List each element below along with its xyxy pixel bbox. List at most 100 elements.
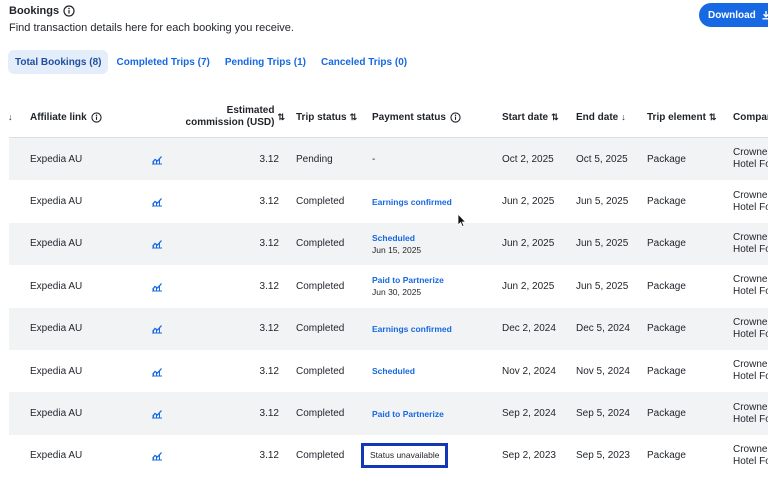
info-icon[interactable] [91,111,102,123]
company-line: Crowne [733,147,768,159]
end-date-cell: Dec 5, 2024 [576,323,630,335]
download-button[interactable]: Download [699,3,768,27]
end-date-cell: Oct 5, 2025 [576,153,628,165]
table-row[interactable]: Expedia AU 3.12 Completed Earnings confi… [9,180,768,222]
table-row[interactable]: Expedia AU 3.12 Completed Paid to Partne… [9,265,768,307]
trip-status-cell: Completed [296,323,345,335]
end-date-cell: Jun 5, 2025 [576,196,629,208]
column-company[interactable]: Compan [733,96,768,138]
company-line: Hotel Fo [733,243,768,255]
company-cell: Crowne Hotel Fo [733,223,768,265]
performance-chart-icon[interactable] [151,392,163,434]
table-body: Expedia AU 3.12 Pending - Oct 2, 2025 Oc… [9,138,768,477]
payment-status-link[interactable]: Scheduled [372,233,415,243]
payment-status-link[interactable]: Earnings confirmed [372,197,452,207]
performance-chart-icon[interactable] [151,435,163,477]
start-date-cell: Jun 2, 2025 [502,238,555,250]
column-trip-status[interactable]: Trip status ⇅ [296,96,357,138]
payment-status-cell: Earnings confirmed [372,308,452,350]
payment-status-text: - [372,153,376,165]
company-cell: Crowne Hotel Fo [733,138,768,180]
commission-cell: 3.12 [259,280,279,292]
column-label: End date [576,111,619,123]
start-date-cell: Oct 2, 2025 [502,153,554,165]
table-row[interactable]: Expedia AU 3.12 Completed Earnings confi… [9,307,768,350]
company-line: Crowne [733,359,768,371]
commission-cell: 3.12 [259,408,279,420]
info-icon[interactable] [63,5,75,17]
trip-element-cell: Package [647,153,686,165]
column-start-date[interactable]: Start date ⇅ [502,96,559,138]
page-title: Bookings [9,5,60,17]
end-date-cell: Sep 5, 2023 [576,450,630,462]
commission-cell: 3.12 [259,238,279,250]
company-line: Hotel Fo [733,328,768,340]
column-label: Compan [733,111,768,123]
company-line: Hotel Fo [733,371,768,383]
performance-chart-icon[interactable] [151,138,163,180]
info-icon[interactable] [450,111,461,123]
bookings-table: ↓ Affiliate link Estimated commission (U… [8,96,768,477]
column-end-date[interactable]: End date ↓ [576,96,626,138]
tab-canceled-trips[interactable]: Canceled Trips (0) [314,50,414,74]
table-row[interactable]: Expedia AU 3.12 Completed Scheduled Jun … [9,222,768,266]
payment-status-link[interactable]: Earnings confirmed [372,324,452,334]
tab-total-bookings[interactable]: Total Bookings (8) [8,50,109,74]
sort-icon: ⇅ [708,111,717,122]
affiliate-link-cell: Expedia AU [30,196,83,208]
table-row[interactable]: Expedia AU 3.12 Pending - Oct 2, 2025 Oc… [9,138,768,181]
performance-chart-icon[interactable] [151,265,163,307]
column-trip-element[interactable]: Trip element ⇅ [647,96,716,138]
company-line: Crowne [733,274,768,286]
performance-chart-icon[interactable] [151,180,163,222]
payment-status-cell: Paid to Partnerize Jun 30, 2025 [372,265,444,307]
affiliate-link-cell: Expedia AU [30,323,83,335]
commission-cell: 3.12 [259,323,279,335]
company-cell: Crowne Hotel Fo [733,180,768,222]
company-cell: Crowne Hotel Fo [733,435,768,477]
tab-pending-trips[interactable]: Pending Trips (1) [218,50,313,74]
start-date-cell: Jun 2, 2025 [502,280,555,292]
payment-status-cell: Scheduled [372,350,415,392]
payment-status-link[interactable]: Paid to Partnerize [372,275,444,285]
trip-element-cell: Package [647,408,686,420]
column-label: commission (USD) [185,117,275,128]
trip-tabs: Total Bookings (8) Completed Trips (7) P… [8,50,415,74]
column-estimated-commission[interactable]: Estimated commission (USD) ⇅ [179,96,285,138]
commission-cell: 3.12 [259,365,279,377]
payment-status-link[interactable]: Paid to Partnerize [372,409,444,419]
mouse-cursor-icon [457,213,467,228]
company-line: Crowne [733,443,768,455]
trip-status-cell: Completed [296,196,345,208]
performance-chart-icon[interactable] [151,308,163,350]
table-row[interactable]: Expedia AU 3.12 Completed Status unavail… [9,435,768,477]
trip-status-cell: Completed [296,238,345,250]
table-row[interactable]: Expedia AU 3.12 Completed Scheduled Nov … [9,350,768,392]
performance-chart-icon[interactable] [151,350,163,392]
payment-status-link[interactable]: Scheduled [372,366,415,376]
tab-completed-trips[interactable]: Completed Trips (7) [109,50,216,74]
sort-icon: ⇅ [349,111,358,122]
trip-element-cell: Package [647,238,686,250]
performance-chart-icon[interactable] [151,223,163,265]
table-row[interactable]: Expedia AU 3.12 Completed Paid to Partne… [9,392,768,435]
trip-element-cell: Package [647,323,686,335]
company-line: Hotel Fo [733,455,768,467]
start-date-cell: Sep 2, 2023 [502,450,556,462]
end-date-cell: Nov 5, 2024 [576,365,630,377]
status-highlight-box: Status unavailable [361,443,449,469]
company-line: Hotel Fo [733,159,768,171]
end-date-cell: Jun 5, 2025 [576,280,629,292]
payment-status-cell: Paid to Partnerize [372,392,444,434]
affiliate-link-cell: Expedia AU [30,153,83,165]
start-date-cell: Sep 2, 2024 [502,408,556,420]
company-line: Crowne [733,231,768,243]
trip-status-cell: Completed [296,280,345,292]
trip-element-cell: Package [647,450,686,462]
payment-status-cell: - [372,138,375,180]
sort-icon[interactable]: ↓ [5,96,13,138]
trip-element-cell: Package [647,280,686,292]
column-payment-status: Payment status [372,96,461,138]
column-label: Trip status [296,111,347,123]
payment-date: Jun 30, 2025 [372,287,422,298]
